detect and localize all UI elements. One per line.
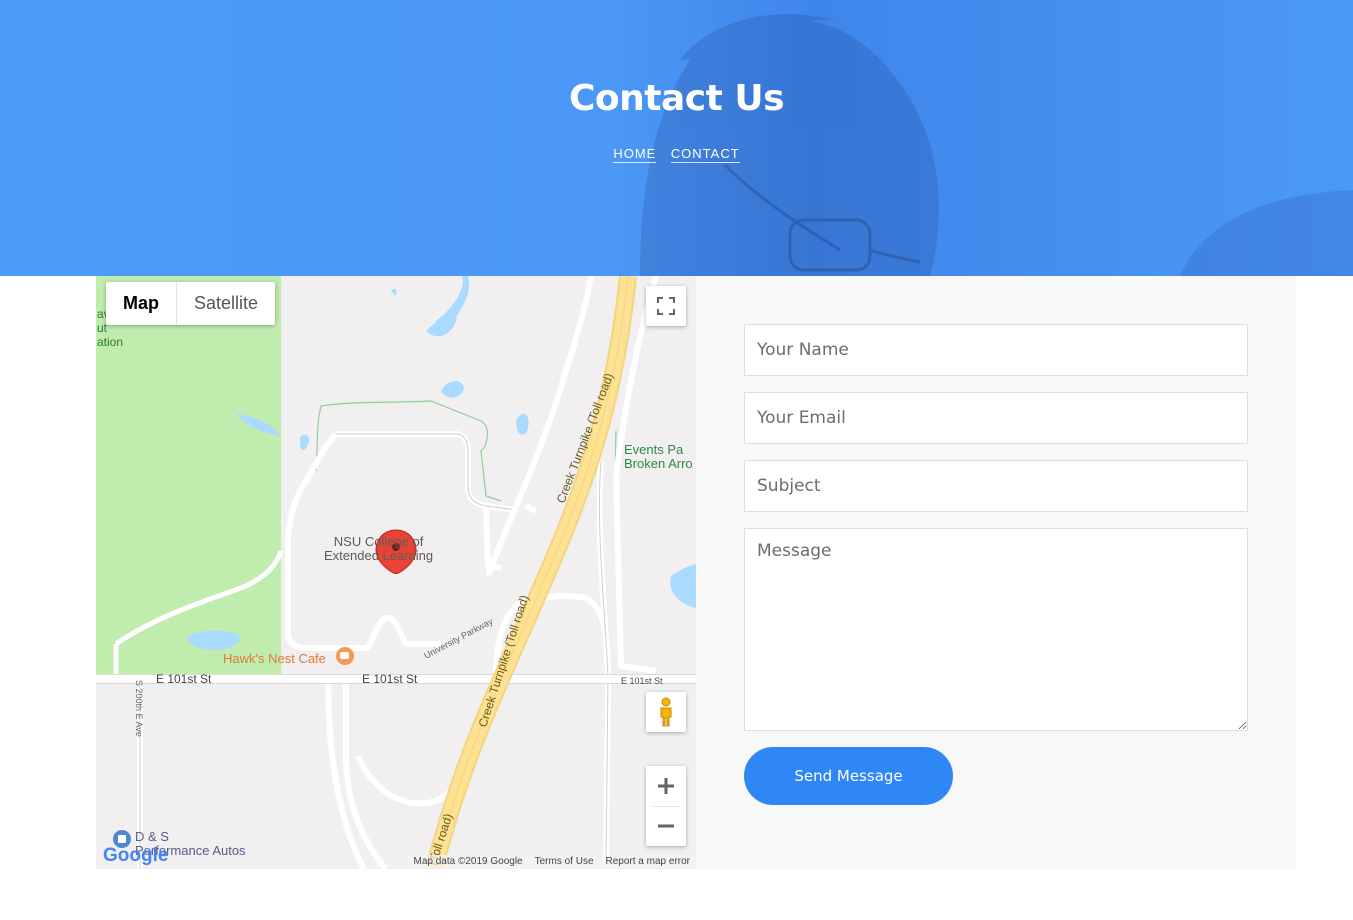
fullscreen-button[interactable] xyxy=(646,286,686,326)
map-type-satellite-button[interactable]: Satellite xyxy=(177,282,275,325)
label-parkway: University Parkway xyxy=(422,616,495,661)
name-field[interactable] xyxy=(744,324,1248,376)
page-title: Contact Us xyxy=(568,78,785,119)
send-message-button[interactable]: Send Message xyxy=(744,747,953,805)
cafe-icon xyxy=(336,647,354,665)
hero-background-photo xyxy=(640,13,1353,276)
contact-form-panel: Send Message xyxy=(696,276,1296,869)
label-street-main: E 101st St xyxy=(362,672,418,686)
minus-icon xyxy=(658,824,674,828)
zoom-divider xyxy=(652,806,680,807)
google-map[interactable]: Creek Turnpike (Toll road) Creek Turnpik… xyxy=(96,276,696,869)
pegman-icon xyxy=(660,697,672,727)
zoom-out-button[interactable] xyxy=(646,806,686,846)
label-events: Events Pa Broken Arro xyxy=(624,442,693,471)
subject-field[interactable] xyxy=(744,460,1248,512)
label-street-left: E 101st St xyxy=(156,672,212,686)
map-attribution: Map data ©2019 Google Terms of Use Repor… xyxy=(407,855,696,869)
plus-icon xyxy=(658,778,674,794)
park-area xyxy=(96,276,281,674)
label-turnpike-lower: Creek Turnpike (Toll road) xyxy=(476,593,532,729)
terms-of-use-link[interactable]: Terms of Use xyxy=(529,855,600,869)
label-college: NSU College of Extended Learning xyxy=(324,534,434,563)
map-type-map-button[interactable]: Map xyxy=(106,282,177,325)
zoom-control xyxy=(646,766,686,846)
map-tiles[interactable]: Creek Turnpike (Toll road) Creek Turnpik… xyxy=(96,276,696,869)
page-hero: Contact Us HOME CONTACT xyxy=(0,0,1353,276)
message-field[interactable] xyxy=(744,528,1248,731)
street-view-button[interactable] xyxy=(646,692,686,732)
email-field[interactable] xyxy=(744,392,1248,444)
breadcrumb: HOME CONTACT xyxy=(0,145,1353,163)
label-cafe: Hawk's Nest Cafe xyxy=(223,651,326,666)
report-error-link[interactable]: Report a map error xyxy=(600,855,696,869)
zoom-in-button[interactable] xyxy=(646,766,686,806)
label-avenue: S 200th E Ave xyxy=(134,680,144,737)
fullscreen-icon xyxy=(657,297,675,315)
breadcrumb-home-link[interactable]: HOME xyxy=(613,146,657,163)
breadcrumb-contact-link[interactable]: CONTACT xyxy=(670,146,740,163)
map-data-text: Map data ©2019 Google xyxy=(413,856,523,867)
google-logo[interactable]: Google xyxy=(103,846,168,866)
label-street-right: E 101st St xyxy=(621,676,663,686)
map-type-toggle: Map Satellite xyxy=(106,282,276,325)
